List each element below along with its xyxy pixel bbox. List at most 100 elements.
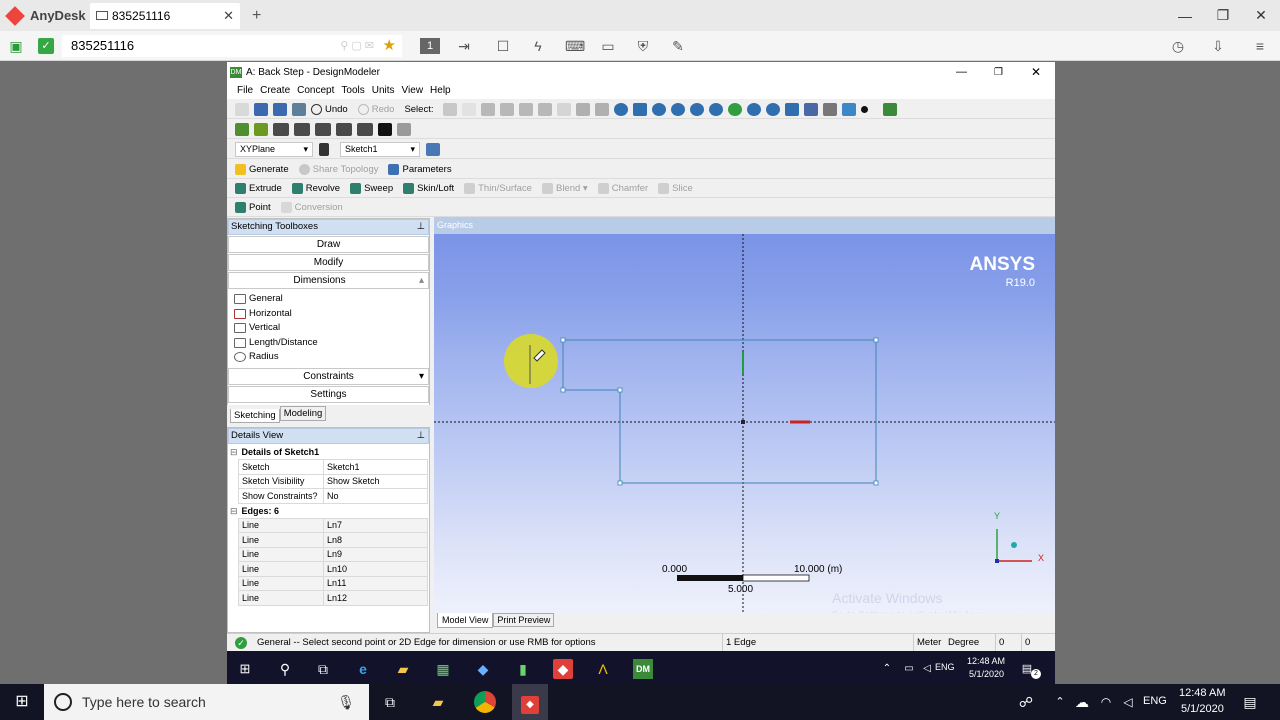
skin-loft-button[interactable]: Skin/Loft xyxy=(403,182,454,194)
privacy-shield-icon[interactable]: ⛨ xyxy=(635,38,651,54)
extrude-button[interactable]: Extrude xyxy=(235,182,282,194)
new-plane-star-icon[interactable] xyxy=(319,142,329,156)
tab-modeling[interactable]: Modeling xyxy=(279,406,327,421)
new-icon[interactable] xyxy=(235,102,249,116)
draw-toolbox-button[interactable]: Draw xyxy=(228,236,429,253)
generate-button[interactable]: Generate xyxy=(235,163,289,175)
lang-indicator[interactable]: ENG xyxy=(1143,695,1167,707)
new-tab-button[interactable]: + xyxy=(252,7,261,25)
sweep-button[interactable]: Sweep xyxy=(350,182,393,194)
scroll-down-icon[interactable]: ▾ xyxy=(419,369,424,384)
people-icon[interactable]: ☍ xyxy=(1016,692,1036,712)
previous-view-icon[interactable] xyxy=(766,102,781,116)
remote-ansys-icon[interactable]: Λ xyxy=(593,659,613,679)
detail-row[interactable]: Sketch Sketch1 xyxy=(238,459,428,475)
line-tool-icon[interactable] xyxy=(273,122,289,136)
share-topology-button[interactable]: Share Topology xyxy=(298,163,378,175)
edge-row[interactable]: Line Ln7 xyxy=(238,517,428,533)
new-plane-icon[interactable] xyxy=(235,122,249,136)
scroll-up-icon[interactable]: ▴ xyxy=(419,273,424,288)
dm-restore-button[interactable]: ❐ xyxy=(994,67,1003,78)
dim-length-distance[interactable]: Length/Distance xyxy=(228,336,429,351)
zoom-icon[interactable] xyxy=(652,102,667,116)
zoom-in-icon[interactable] xyxy=(728,102,743,116)
menu-create[interactable]: Create xyxy=(260,85,290,96)
constraints-toolbox-button[interactable]: Constraints ▾ xyxy=(228,368,429,385)
remote-start-icon[interactable]: ⊞ xyxy=(235,659,255,679)
point-button[interactable]: Point xyxy=(235,201,271,213)
extend-select-icon[interactable] xyxy=(557,102,572,116)
thin-surface-button[interactable]: Thin/Surface xyxy=(464,182,532,194)
sketch-select[interactable]: Sketch1 ▾ xyxy=(340,141,420,157)
edge-row[interactable]: Line Ln9 xyxy=(238,546,428,562)
task-view-icon[interactable]: ⧉ xyxy=(380,692,400,712)
remote-task-view-icon[interactable]: ⧉ xyxy=(313,659,333,679)
search-box[interactable]: Type here to search 🎙 xyxy=(44,684,369,720)
remote-explorer-icon[interactable]: ▰ xyxy=(393,659,413,679)
microphone-icon[interactable]: 🎙 xyxy=(337,694,355,711)
file-transfer-icon[interactable]: ⇥ xyxy=(456,38,472,54)
dim-general[interactable]: General xyxy=(228,292,429,307)
detail-row[interactable]: Sketch Visibility Show Sketch xyxy=(238,473,428,489)
face-filter-icon[interactable] xyxy=(519,102,534,116)
select-filter-icon[interactable] xyxy=(462,102,477,116)
onedrive-icon[interactable]: ☁ xyxy=(1072,692,1092,712)
menu-file[interactable]: File xyxy=(237,85,253,96)
remote-edge-icon[interactable]: e xyxy=(353,659,373,679)
chat-icon[interactable]: ☐ xyxy=(495,38,511,54)
session-tab[interactable]: 835251116 ✕ xyxy=(90,2,240,29)
detail-row[interactable]: Show Constraints? No xyxy=(238,488,428,504)
polyline-icon[interactable] xyxy=(315,122,331,136)
display-point-icon[interactable] xyxy=(861,105,869,113)
look-at-icon[interactable] xyxy=(426,142,440,156)
revolve-button[interactable]: Revolve xyxy=(291,182,340,194)
menu-help[interactable]: Help xyxy=(430,85,451,96)
tab-sketching[interactable]: Sketching xyxy=(230,409,280,423)
screenshot-icon[interactable] xyxy=(292,102,306,116)
iso-view-icon[interactable] xyxy=(804,102,819,116)
close-tab-icon[interactable]: ✕ xyxy=(223,8,234,24)
tray-up-icon[interactable]: ⌃ xyxy=(1050,692,1070,712)
plane-select[interactable]: XYPlane ▾ xyxy=(235,141,313,157)
settings-toolbox-button[interactable]: Settings xyxy=(228,386,429,403)
remote-anydesk-icon[interactable]: ◆ xyxy=(553,659,573,679)
edges-collapse-icon[interactable]: ⊟ xyxy=(230,506,238,516)
volume-icon[interactable]: ◁ xyxy=(1118,692,1138,712)
redo-button[interactable]: Redo xyxy=(357,103,394,115)
minimize-button[interactable]: — xyxy=(1166,8,1204,24)
next-view-icon[interactable] xyxy=(785,102,800,116)
blend-button[interactable]: Blend ▾ xyxy=(541,182,588,194)
sketch-canvas[interactable] xyxy=(434,234,1055,613)
magnifier-icon[interactable] xyxy=(709,102,724,116)
dim-horizontal[interactable]: Horizontal xyxy=(228,307,429,322)
favorite-star-icon[interactable]: ★ xyxy=(383,35,396,57)
edge-filter-icon[interactable] xyxy=(500,102,515,116)
address-input[interactable]: 835251116 ★ ⚲ ▢ ✉ xyxy=(62,35,402,57)
dimensions-toolbox-button[interactable]: Dimensions ▴ xyxy=(228,272,429,289)
menu-concept[interactable]: Concept xyxy=(297,85,334,96)
menu-units[interactable]: Units xyxy=(372,85,395,96)
axis-triad-icon[interactable] xyxy=(823,102,838,116)
close-window-button[interactable]: ✕ xyxy=(1242,7,1280,24)
construction-icon[interactable] xyxy=(397,122,411,136)
menu-tools[interactable]: Tools xyxy=(341,85,364,96)
tab-model-view[interactable]: Model View xyxy=(437,613,494,628)
history-icon[interactable]: ◷ xyxy=(1170,38,1186,54)
pen-tool-icon[interactable] xyxy=(378,122,392,136)
rotate-icon[interactable] xyxy=(614,102,629,116)
display-1-icon[interactable]: 1 xyxy=(420,38,440,54)
box-zoom-icon[interactable] xyxy=(671,102,686,116)
remote-designmodeler-icon[interactable]: DM xyxy=(633,659,653,679)
whiteboard-pen-icon[interactable]: ✎ xyxy=(670,38,686,54)
dim-vertical[interactable]: Vertical xyxy=(228,321,429,336)
remote-tray-network-icon[interactable]: ▭ xyxy=(899,659,919,679)
start-icon[interactable]: ⊞ xyxy=(12,692,32,712)
box-select-2-icon[interactable] xyxy=(595,102,610,116)
chamfer-button[interactable]: Chamfer xyxy=(597,182,648,194)
menu-hamburger-icon[interactable]: ≡ xyxy=(1252,38,1268,54)
menu-view[interactable]: View xyxy=(402,85,424,96)
edge-row[interactable]: Line Ln10 xyxy=(238,561,428,577)
keyboard-icon[interactable]: ⌨ xyxy=(565,38,585,54)
wifi-icon[interactable]: ◠ xyxy=(1096,692,1116,712)
display-icon[interactable]: ▭ xyxy=(600,38,616,54)
